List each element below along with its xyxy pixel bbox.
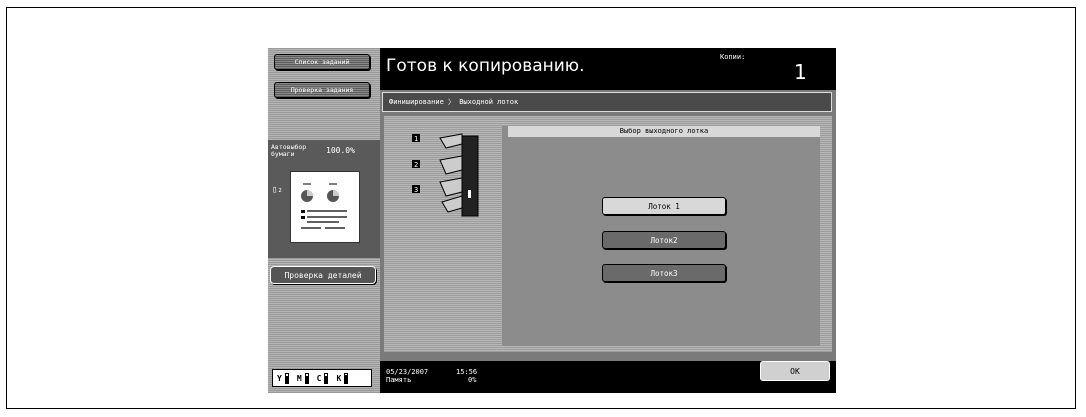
memory-value: 0% (468, 376, 477, 384)
duplex-icon: ▯₂ (272, 185, 283, 195)
date-text: 05/23/2007 (386, 368, 429, 376)
toner-c-bar (324, 372, 329, 384)
toner-m-bar (304, 372, 309, 384)
tray-2-button[interactable]: Лоток2 (602, 231, 726, 249)
tray-3-button[interactable]: Лоток3 (602, 264, 726, 282)
status-message: Готов к копированию. (386, 56, 585, 76)
tray-1-button[interactable]: Лоток 1 (602, 197, 726, 215)
header-bar: Готов к копированию. Копии: 1 (380, 48, 836, 90)
job-list-button[interactable]: Список заданий (274, 54, 370, 70)
copier-screen: Список заданий Проверка задания Автовыбо… (268, 48, 836, 393)
memory-label: Память (386, 376, 412, 384)
finisher-diagram-icon: 1 2 3 (412, 133, 479, 217)
paper-label: Автовыбор бумаги (271, 143, 307, 158)
breadcrumb: Финиширование 〉 Выходной лоток (382, 92, 832, 112)
time-text: 15:56 (456, 368, 478, 376)
ok-button[interactable]: OK (760, 361, 830, 381)
job-check-button[interactable]: Проверка задания (274, 82, 370, 98)
toner-k-bar (344, 372, 349, 384)
panel-title: Выбор выходного лотка (508, 126, 820, 137)
detail-check-button[interactable]: Проверка деталей (270, 266, 376, 284)
left-panel: Список заданий Проверка задания Автовыбо… (268, 48, 380, 393)
page-preview (290, 171, 360, 243)
tray-number-3: 3 (414, 186, 418, 194)
tray-number-2: 2 (414, 161, 418, 169)
toner-c-label: C (316, 373, 322, 383)
toner-y-label: Y (277, 373, 282, 383)
content-area: 1 2 3 Выбор выходного лотка Лоток 1 Лото… (384, 116, 832, 352)
copies-count: 1 (794, 60, 807, 84)
toner-y-bar (284, 372, 289, 384)
toner-k-label: K (336, 373, 342, 383)
zoom-ratio: 100.0% (326, 146, 355, 155)
toner-m-label: M (296, 373, 302, 383)
toner-levels: Y M C K (272, 369, 372, 387)
copies-label: Копии: (720, 53, 746, 61)
tray-number-1: 1 (414, 135, 418, 143)
footer-bar: 05/23/2007 15:56 Память 0% OK (380, 361, 836, 393)
